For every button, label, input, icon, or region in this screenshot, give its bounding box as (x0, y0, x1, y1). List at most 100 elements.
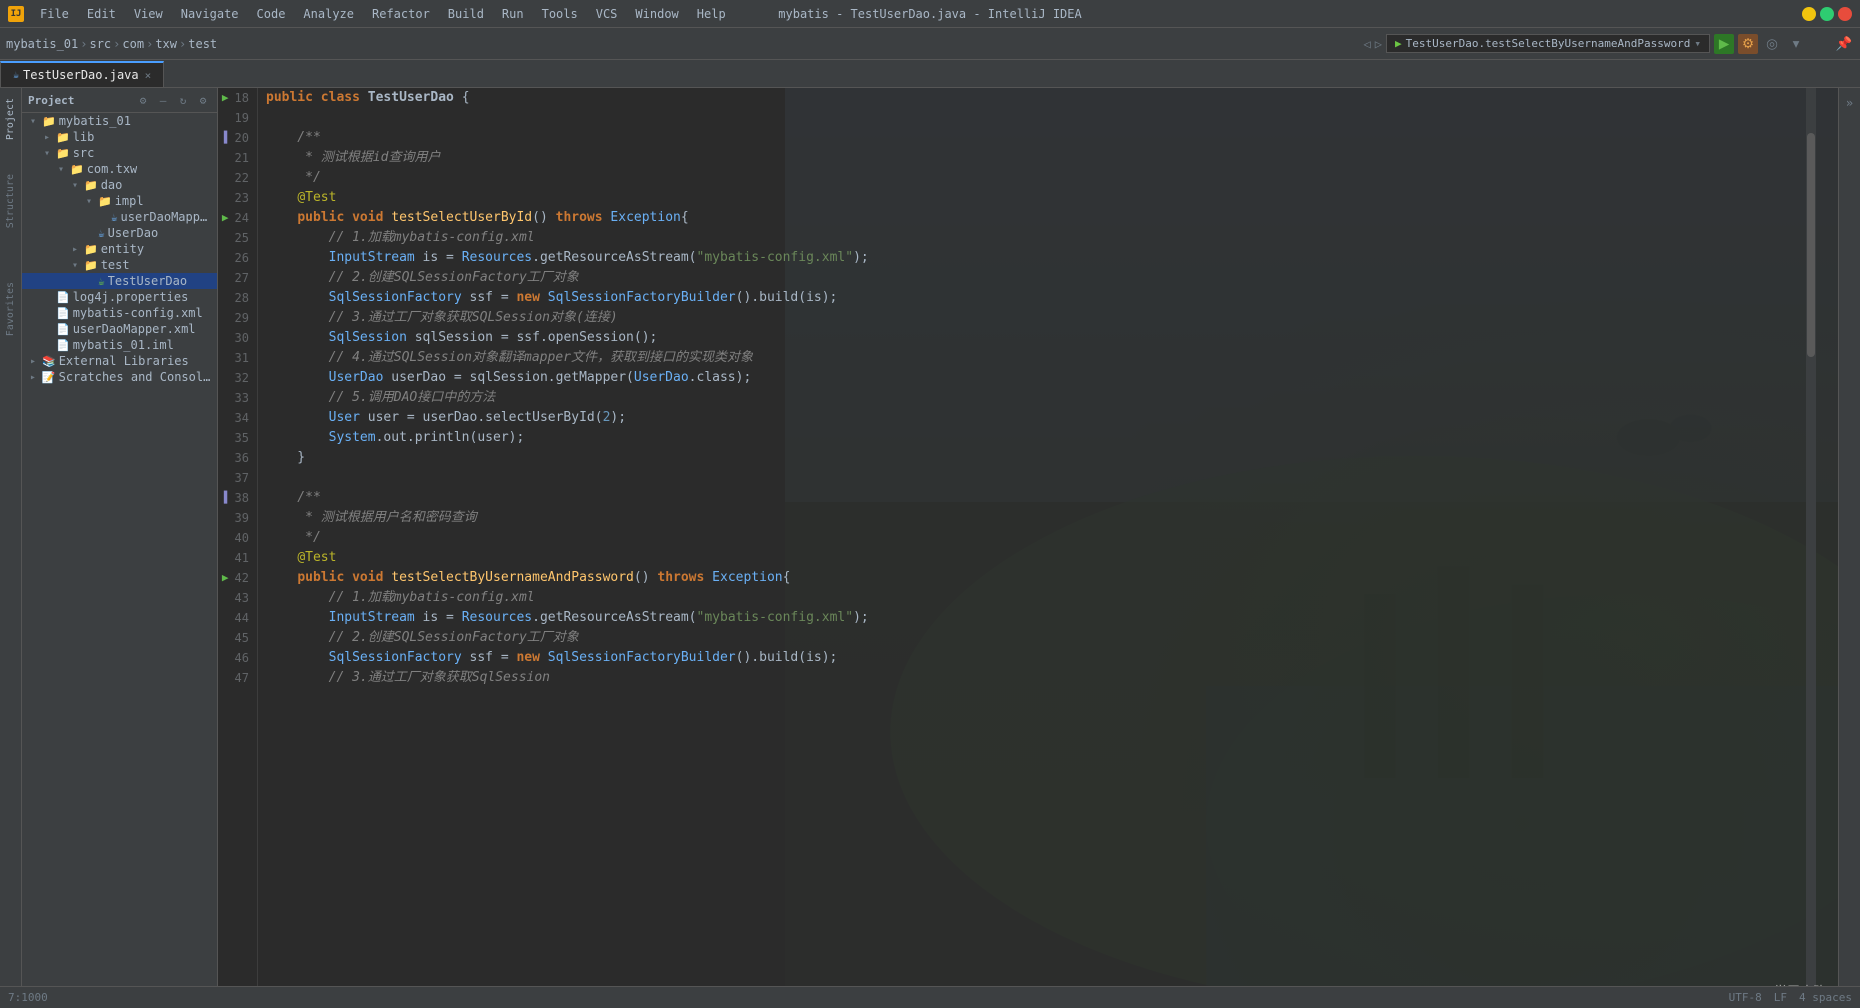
vertical-scrollbar[interactable] (1806, 88, 1816, 986)
code-line-18: public class TestUserDao { (266, 88, 1838, 108)
project-sidebar: Project ⚙ — ↻ ⚙ ▾📁mybatis_01▸📁lib▾📁src▾📁… (22, 88, 218, 1008)
menu-help[interactable]: Help (689, 5, 734, 23)
breadcrumb-txw: txw (155, 37, 177, 51)
main-layout: Project Structure Favorites Project ⚙ — … (0, 88, 1860, 1008)
tree-item-0[interactable]: ▾📁mybatis_01 (22, 113, 217, 129)
sidebar-settings-icon[interactable]: ⚙ (135, 92, 151, 108)
tree-arrow-0: ▾ (30, 116, 42, 127)
sidebar-collapse-icon[interactable]: — (155, 92, 171, 108)
menu-refactor[interactable]: Refactor (364, 5, 438, 23)
tree-icon-6: ☕ (111, 211, 118, 224)
line-num-21: 21 (222, 148, 249, 168)
tree-item-12[interactable]: 📄mybatis-config.xml (22, 305, 217, 321)
tree-icon-3: 📁 (70, 163, 84, 176)
code-line-31: // 4.通过SQLSession对象翻译mapper文件，获取到接口的实现类对… (266, 348, 1838, 368)
menu-navigate[interactable]: Navigate (173, 5, 247, 23)
tree-item-13[interactable]: 📄userDaoMapper.xml (22, 321, 217, 337)
tree-item-16[interactable]: ▸📝Scratches and Consoles (22, 369, 217, 385)
gutter-run-icon-24[interactable]: ▶ (222, 208, 229, 228)
code-line-36: } (266, 448, 1838, 468)
code-line-21: * 测试根据id查询用户 (266, 148, 1838, 168)
tree-icon-13: 📄 (56, 323, 70, 336)
menu-vcs[interactable]: VCS (588, 5, 626, 23)
tree-arrow-4: ▾ (72, 180, 84, 191)
line-num-38: ▌38 (222, 488, 249, 508)
more-run-button[interactable]: ▾ (1786, 34, 1806, 54)
coverage-button[interactable]: ◎ (1762, 34, 1782, 54)
code-line-47: // 3.通过工厂对象获取SqlSession (266, 668, 1838, 688)
code-line-22: */ (266, 168, 1838, 188)
tree-label-14: mybatis_01.iml (73, 338, 174, 352)
window-controls[interactable] (1802, 7, 1852, 21)
tree-arrow-1: ▸ (44, 132, 56, 143)
tree-arrow-16: ▸ (30, 372, 42, 383)
tab-java-icon: ☕ (13, 70, 19, 81)
sidebar-gear-icon[interactable]: ⚙ (195, 92, 211, 108)
tree-item-8[interactable]: ▸📁entity (22, 241, 217, 257)
tree-item-5[interactable]: ▾📁impl (22, 193, 217, 209)
menu-window[interactable]: Window (627, 5, 686, 23)
tree-arrow-3: ▾ (58, 164, 70, 175)
run-button[interactable]: ▶ (1714, 34, 1734, 54)
code-line-33: // 5.调用DAO接口中的方法 (266, 388, 1838, 408)
right-panel-icon[interactable]: » (1842, 92, 1857, 114)
tree-item-14[interactable]: 📄mybatis_01.iml (22, 337, 217, 353)
menu-build[interactable]: Build (440, 5, 492, 23)
menu-file[interactable]: File (32, 5, 77, 23)
tree-item-2[interactable]: ▾📁src (22, 145, 217, 161)
favorites-tool-button[interactable]: Favorites (3, 276, 18, 342)
menu-edit[interactable]: Edit (79, 5, 124, 23)
menu-tools[interactable]: Tools (534, 5, 586, 23)
debug-button[interactable]: ⚙ (1738, 34, 1758, 54)
project-tool-button[interactable]: Project (3, 92, 18, 146)
tree-item-15[interactable]: ▸📚External Libraries (22, 353, 217, 369)
tree-label-13: userDaoMapper.xml (73, 322, 196, 336)
menu-code[interactable]: Code (249, 5, 294, 23)
tree-label-2: src (73, 146, 95, 160)
breadcrumb-com: com (122, 37, 144, 51)
maximize-button[interactable] (1820, 7, 1834, 21)
sidebar-sync-icon[interactable]: ↻ (175, 92, 191, 108)
close-button[interactable] (1838, 7, 1852, 21)
line-num-34: 34 (222, 408, 249, 428)
tree-item-7[interactable]: ☕UserDao (22, 225, 217, 241)
breadcrumb-src: src (89, 37, 111, 51)
menu-analyze[interactable]: Analyze (295, 5, 362, 23)
tree-label-7: UserDao (108, 226, 159, 240)
run-config-arrow: ▾ (1694, 37, 1701, 50)
tree-label-11: log4j.properties (73, 290, 189, 304)
tree-item-10[interactable]: ☕TestUserDao (22, 273, 217, 289)
run-config-dropdown[interactable]: ▶ TestUserDao.testSelectByUsernameAndPas… (1386, 34, 1710, 53)
code-content[interactable]: public class TestUserDao { /** * 测试根据id查… (258, 88, 1838, 1008)
menu-bar: FileEditViewNavigateCodeAnalyzeRefactorB… (32, 5, 734, 23)
menu-view[interactable]: View (126, 5, 171, 23)
structure-tool-button[interactable]: Structure (3, 168, 18, 234)
tree-item-4[interactable]: ▾📁dao (22, 177, 217, 193)
pin-button[interactable]: 📌 (1834, 34, 1854, 54)
tab-testuserdao[interactable]: ☕ TestUserDao.java × (0, 61, 164, 87)
nav-forward[interactable]: ▷ (1375, 37, 1382, 51)
scrollbar-thumb[interactable] (1807, 133, 1815, 358)
tree-item-3[interactable]: ▾📁com.txw (22, 161, 217, 177)
tab-bar: ☕ TestUserDao.java × (0, 60, 1860, 88)
tree-item-1[interactable]: ▸📁lib (22, 129, 217, 145)
gutter-run-icon-18[interactable]: ▶ (222, 88, 229, 108)
tree-item-6[interactable]: ☕userDaoMapper (22, 209, 217, 225)
nav-back[interactable]: ◁ (1364, 37, 1371, 51)
gutter-run-icon-42[interactable]: ▶ (222, 568, 229, 588)
minimize-button[interactable] (1802, 7, 1816, 21)
window-title: mybatis - TestUserDao.java - IntelliJ ID… (778, 7, 1081, 21)
tree-item-11[interactable]: 📄log4j.properties (22, 289, 217, 305)
line-num-46: 46 (222, 648, 249, 668)
menu-run[interactable]: Run (494, 5, 532, 23)
run-config-label: TestUserDao.testSelectByUsernameAndPassw… (1406, 37, 1691, 50)
code-line-39: * 测试根据用户名和密码查询 (266, 508, 1838, 528)
tree-icon-5: 📁 (98, 195, 112, 208)
line-num-45: 45 (222, 628, 249, 648)
code-line-38: /** (266, 488, 1838, 508)
tree-item-9[interactable]: ▾📁test (22, 257, 217, 273)
tree-icon-12: 📄 (56, 307, 70, 320)
tab-close[interactable]: × (145, 69, 152, 82)
line-num-28: 28 (222, 288, 249, 308)
editor-area: ▶1819▌20212223▶2425262728293031323334353… (218, 88, 1838, 1008)
